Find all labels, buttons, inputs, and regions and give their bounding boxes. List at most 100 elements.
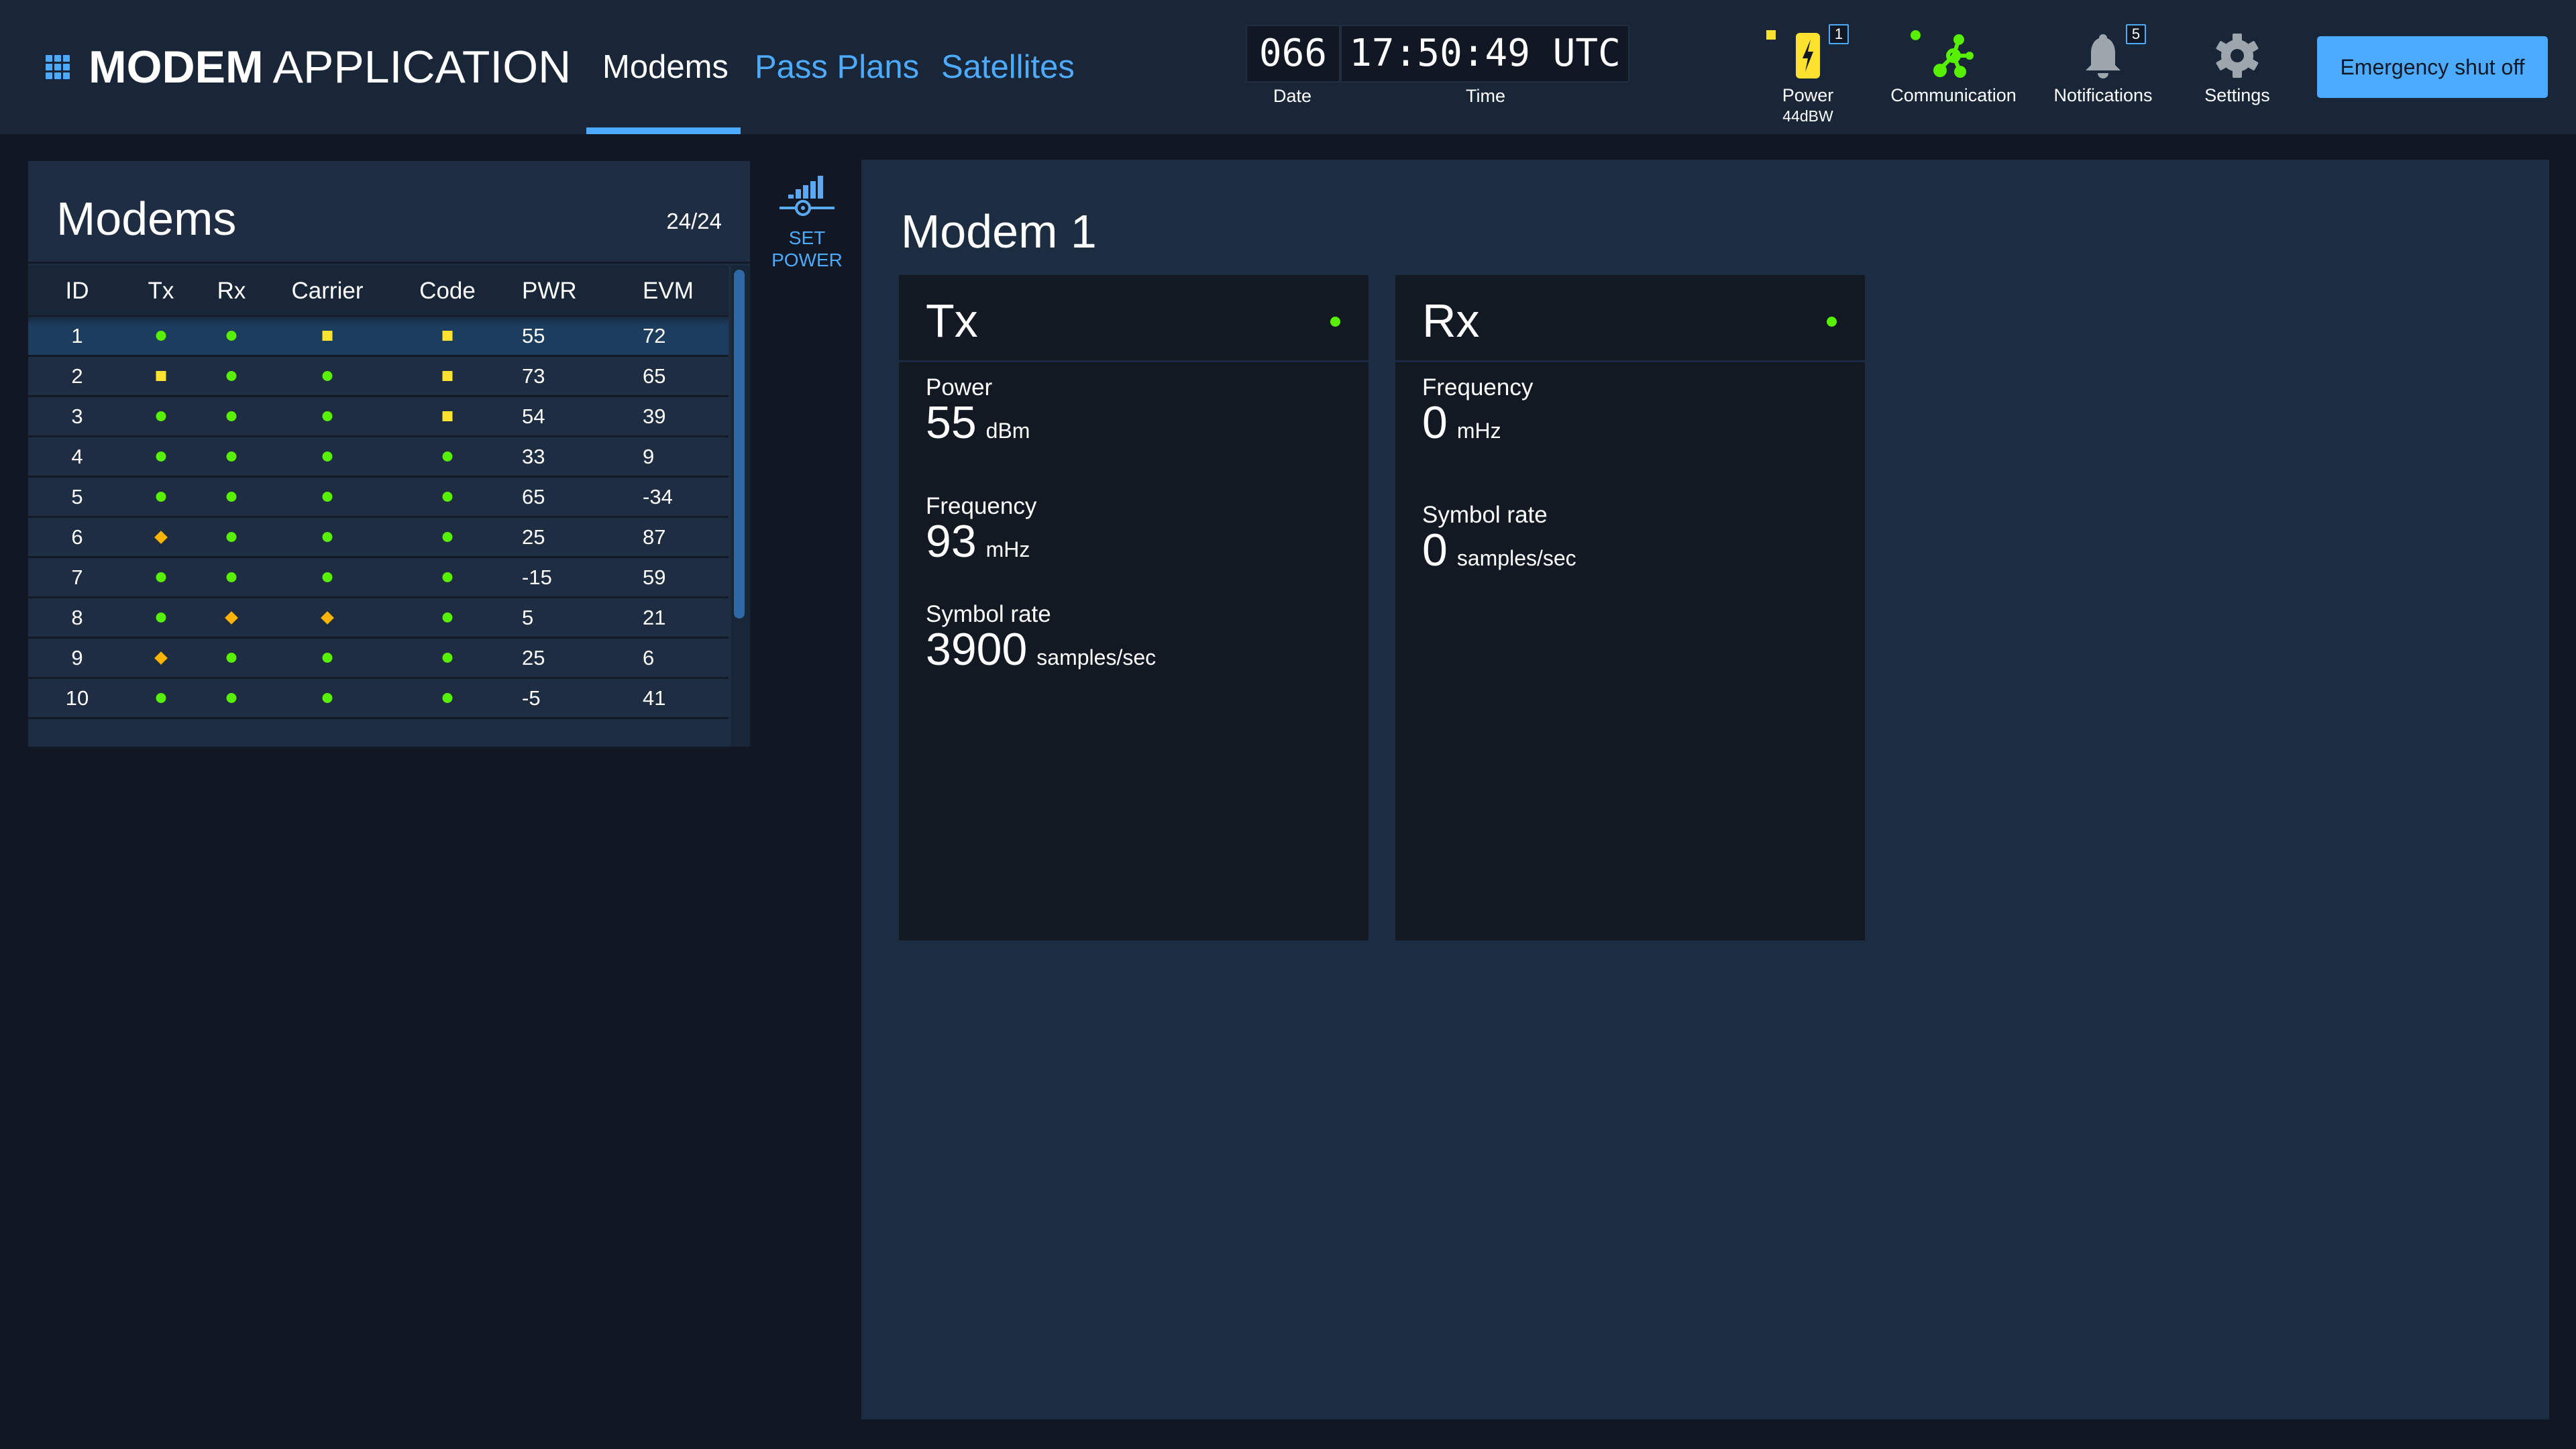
set-power-label-line1: SET — [788, 227, 826, 248]
column-header-tx[interactable]: Tx — [148, 266, 174, 317]
status-normal-icon — [156, 492, 166, 502]
power-label: Power — [1782, 85, 1834, 105]
settings-button[interactable]: Settings — [2194, 27, 2281, 107]
communication-icon — [1933, 34, 1974, 78]
power-status[interactable]: 1 Power 44dBW — [1764, 24, 1851, 125]
app-header: MODEM APPLICATION Modems Pass Plans Satel… — [0, 0, 2576, 134]
modem-code-status-cell — [442, 598, 453, 637]
status-normal-icon — [442, 572, 453, 582]
modems-panel-header: Modems 24/24 — [28, 161, 750, 264]
status-normal-icon — [156, 612, 166, 623]
notifications-badge: 5 — [2126, 24, 2146, 44]
modem-evm-cell: 72 — [643, 324, 666, 347]
status-caution-icon — [442, 411, 453, 421]
modem-pwr-cell: 5 — [522, 606, 534, 629]
column-header-id[interactable]: ID — [66, 266, 89, 317]
status-serious-icon — [225, 610, 238, 625]
rx-card-header: Rx — [1395, 275, 1865, 362]
modem-carrier-status-cell — [322, 478, 333, 516]
modem-carrier-status-cell — [322, 397, 333, 435]
tx-power-value: 55 — [926, 397, 977, 448]
modem-id-cell: 3 — [71, 405, 83, 428]
modem-tx-status-cell — [156, 679, 166, 717]
status-normal-icon — [226, 653, 237, 663]
status-normal-icon — [442, 532, 453, 542]
status-normal-icon — [322, 411, 333, 421]
app-title: MODEM APPLICATION — [89, 39, 571, 95]
rx-status-indicator — [1827, 317, 1837, 327]
modem-id-cell: 5 — [71, 485, 83, 508]
modem-row[interactable]: 9 25 6 — [28, 639, 729, 679]
tx-symbol-rate-unit: samples/sec — [1036, 645, 1157, 669]
status-serious-icon — [154, 530, 168, 544]
modem-row[interactable]: 7 -15 59 — [28, 558, 729, 598]
status-normal-icon — [156, 572, 166, 582]
communication-status[interactable]: Communication — [1886, 27, 2021, 107]
modem-detail-title: Modem 1 — [901, 205, 1097, 258]
gear-icon — [2216, 33, 2259, 78]
status-normal-icon — [322, 451, 333, 462]
status-caution-icon — [442, 371, 453, 381]
modem-rx-status-cell — [226, 317, 237, 355]
status-serious-icon — [154, 651, 168, 665]
modem-tx-status-cell — [156, 317, 166, 355]
app-grid-icon[interactable] — [46, 55, 70, 79]
emergency-shutoff-button[interactable]: Emergency shut off — [2317, 36, 2548, 98]
status-normal-icon — [442, 492, 453, 502]
modem-row[interactable]: 3 54 39 — [28, 397, 729, 437]
modem-pwr-cell: 55 — [522, 324, 545, 347]
status-normal-icon — [226, 693, 237, 703]
power-caution-indicator — [1766, 30, 1776, 40]
modem-code-status-cell — [442, 639, 453, 677]
clock: 066 17:50:49 UTC — [1246, 25, 1629, 83]
modem-row[interactable]: 4 33 9 — [28, 437, 729, 478]
modem-tx-status-cell — [156, 558, 166, 596]
modem-evm-cell: 41 — [643, 686, 666, 710]
modem-evm-cell: 59 — [643, 566, 666, 589]
tx-power-unit: dBm — [985, 419, 1030, 443]
column-header-carrier[interactable]: Carrier — [292, 266, 364, 317]
modem-row[interactable]: 10 -5 41 — [28, 679, 729, 719]
notifications-status[interactable]: 5 Notifications — [2046, 24, 2160, 107]
tab-modems[interactable]: Modems — [602, 47, 729, 87]
modem-pwr-cell: 73 — [522, 364, 545, 388]
modem-carrier-status-cell — [322, 558, 333, 596]
tx-card-header: Tx — [899, 275, 1368, 362]
rx-frequency-field: Frequency 0 mHz — [1422, 374, 1533, 452]
modems-scrollbar-thumb[interactable] — [734, 270, 745, 619]
modem-row[interactable]: 1 55 72 — [28, 317, 729, 357]
modem-tx-status-cell — [156, 598, 166, 637]
set-power-button[interactable]: SET POWER — [771, 176, 843, 283]
modem-rx-status-cell — [226, 639, 237, 677]
modem-tx-status-cell — [154, 639, 168, 677]
column-header-pwr[interactable]: PWR — [522, 266, 577, 317]
status-normal-icon — [156, 451, 166, 462]
modem-code-status-cell — [442, 397, 453, 435]
tx-card-title: Tx — [926, 294, 978, 347]
modems-panel: Modems 24/24 ID Tx Rx Carrier Code PWR E… — [28, 161, 750, 747]
modem-rx-status-cell — [226, 478, 237, 516]
modem-code-status-cell — [442, 558, 453, 596]
column-header-rx[interactable]: Rx — [217, 266, 246, 317]
signal-slider-icon — [780, 176, 835, 216]
modems-table-body: 1 55 72 2 73 65 3 54 39 4 33 9 5 65 -34 6 25 87 7 -15 59 8 5 21… — [28, 317, 729, 719]
modem-row[interactable]: 6 25 87 — [28, 518, 729, 558]
status-normal-icon — [322, 572, 333, 582]
modem-pwr-cell: 54 — [522, 405, 545, 428]
tx-frequency-value: 93 — [926, 516, 977, 567]
modem-carrier-status-cell — [322, 437, 333, 476]
status-normal-icon — [442, 451, 453, 462]
modem-id-cell: 1 — [71, 324, 83, 347]
modem-row[interactable]: 2 73 65 — [28, 357, 729, 397]
modem-code-status-cell — [442, 437, 453, 476]
power-badge: 1 — [1829, 24, 1849, 44]
modem-row[interactable]: 5 65 -34 — [28, 478, 729, 518]
tab-satellites[interactable]: Satellites — [941, 47, 1075, 87]
modem-row[interactable]: 8 5 21 — [28, 598, 729, 639]
column-header-evm[interactable]: EVM — [643, 266, 694, 317]
status-normal-icon — [442, 612, 453, 623]
status-caution-icon — [442, 331, 453, 341]
tab-pass-plans[interactable]: Pass Plans — [755, 47, 919, 87]
column-header-code[interactable]: Code — [419, 266, 476, 317]
modem-rx-status-cell — [226, 679, 237, 717]
